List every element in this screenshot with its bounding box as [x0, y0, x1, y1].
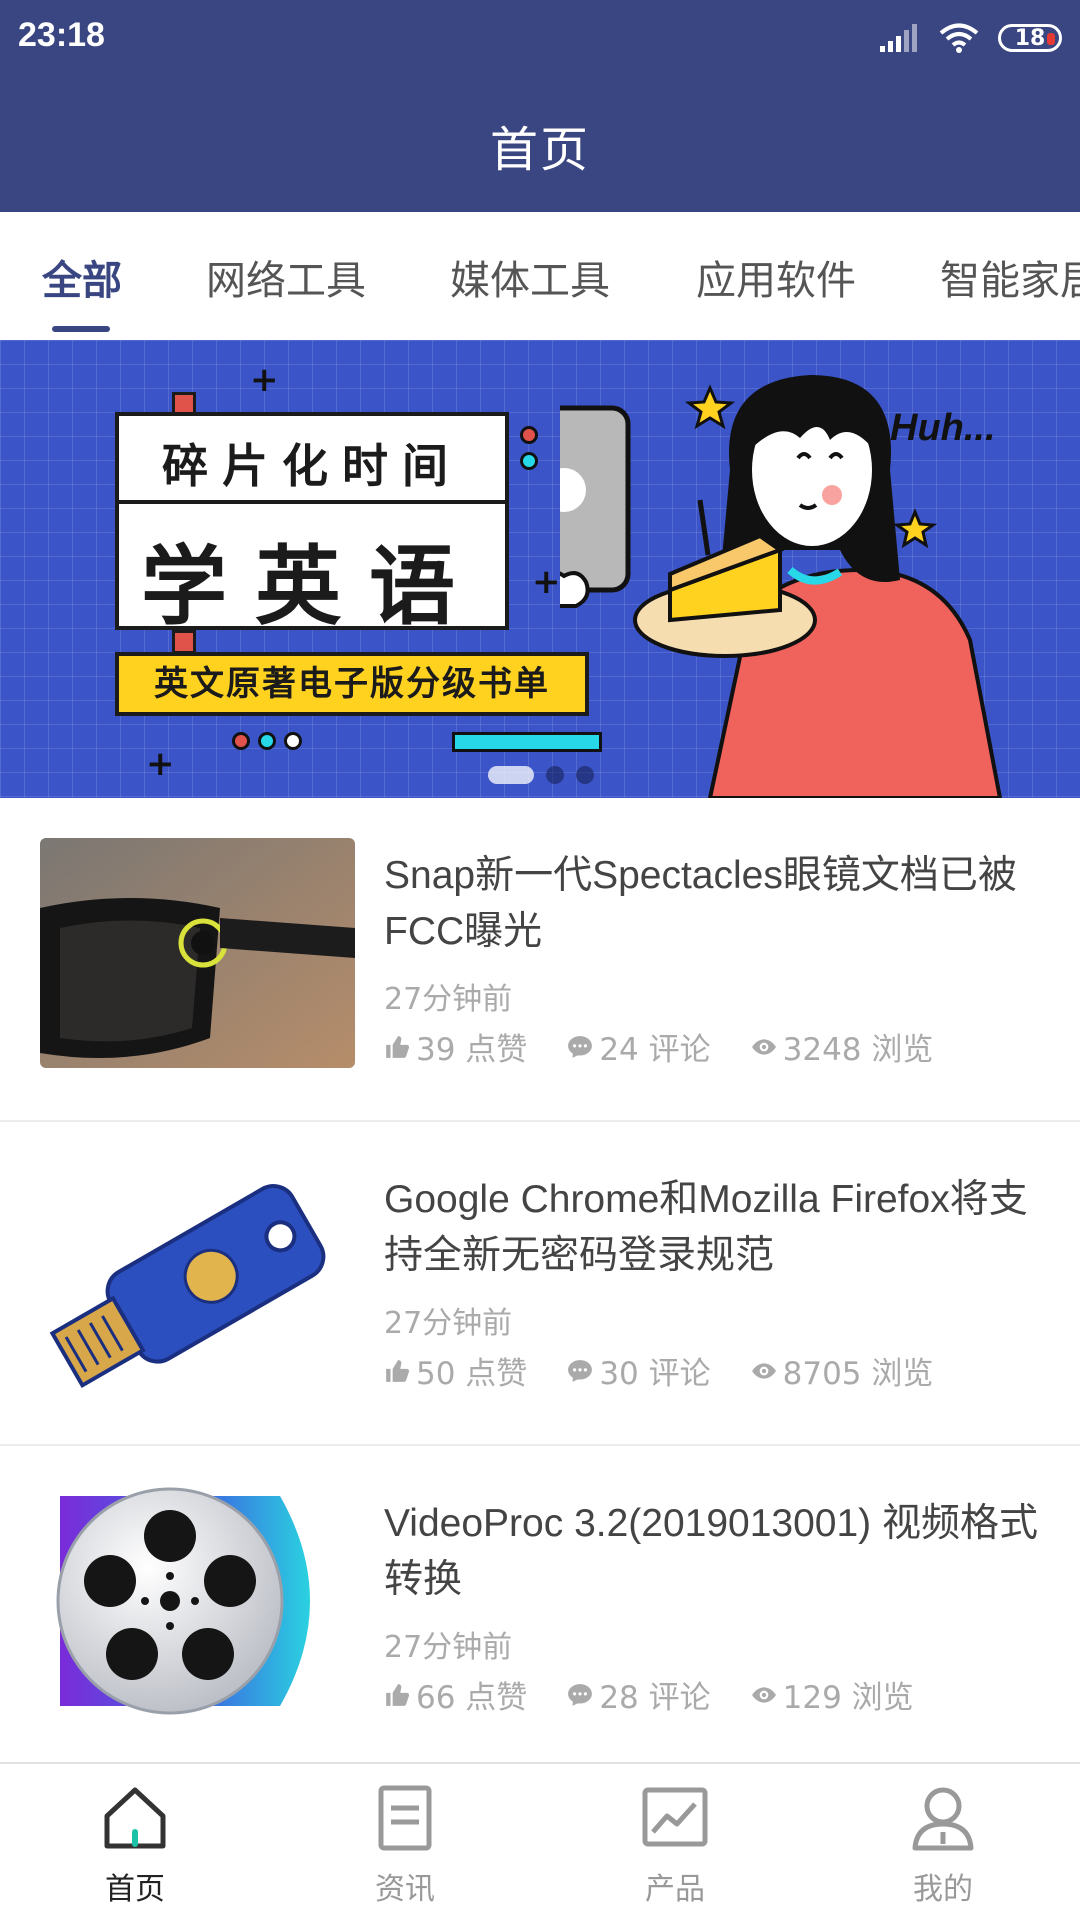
nav-home-label: 首页: [105, 1872, 165, 1907]
news-thumbnail: [40, 1486, 355, 1716]
tab-smart-home[interactable]: 智能家居: [940, 248, 1080, 306]
likes-count: 66 点赞: [416, 1680, 528, 1716]
news-item[interactable]: VideoProc 3.2(2019013001) 视频格式转换 27分钟前 6…: [0, 1446, 1080, 1770]
comment-icon: [568, 1359, 593, 1382]
news-list: Snap新一代Spectacles眼镜文档已被FCC曝光 27分钟前 39 点赞…: [0, 798, 1080, 1770]
banner-line1: 碎片化时间: [162, 439, 462, 493]
views-stat: 3248 浏览: [751, 1024, 934, 1069]
battery-level: 18: [1014, 25, 1046, 51]
page-title: 首页: [489, 122, 590, 178]
likes-stat[interactable]: 39 点赞: [384, 1024, 527, 1069]
tab-indicator: [52, 326, 110, 332]
signal-icon: [880, 24, 917, 52]
banner-carousel[interactable]: 碎片化时间 学英语 英文原著电子版分级书单 + + + Huh...: [0, 340, 1080, 798]
nav-home[interactable]: 首页: [60, 1782, 210, 1912]
news-time: 27分钟前: [384, 1306, 513, 1341]
news-time: 27分钟前: [384, 1630, 513, 1665]
status-icons: 18: [878, 18, 1062, 58]
plus-icon: +: [146, 744, 175, 784]
likes-count: 39 点赞: [416, 1032, 528, 1068]
carousel-indicator: [488, 766, 594, 784]
battery-icon: 18: [998, 24, 1062, 52]
tab-all[interactable]: 全部: [42, 248, 122, 306]
status-time: 23:18: [18, 16, 105, 54]
news-title[interactable]: Snap新一代Spectacles眼镜文档已被FCC曝光: [384, 848, 1044, 960]
security-key-image: [40, 1162, 355, 1392]
plus-icon: +: [532, 562, 561, 602]
spectacles-glasses-image: [40, 838, 355, 1068]
tab-media-tools[interactable]: 媒体工具: [450, 248, 610, 306]
news-thumbnail: [40, 1162, 355, 1392]
news-item[interactable]: Google Chrome和Mozilla Firefox将支持全新无密码登录规…: [0, 1122, 1080, 1446]
girl-with-tablet-illustration: Huh...: [560, 375, 1003, 798]
comment-icon: [568, 1683, 593, 1706]
app-header: 23:18 18 首页: [0, 0, 1080, 212]
comments-stat[interactable]: 28 评论: [567, 1672, 711, 1717]
nav-profile[interactable]: 我的: [868, 1782, 1018, 1912]
thumbs-up-icon: [386, 1035, 410, 1058]
views-count: 8705 浏览: [782, 1356, 934, 1392]
views-stat: 8705 浏览: [751, 1348, 934, 1393]
chart-image-icon: [642, 1787, 708, 1847]
comment-icon: [568, 1035, 593, 1058]
comments-count: 28 评论: [599, 1680, 711, 1716]
banner-decor-dots: [232, 732, 302, 750]
category-tabs: 全部 网络工具 媒体工具 应用软件 智能家居: [0, 212, 1080, 340]
likes-count: 50 点赞: [416, 1356, 528, 1392]
carousel-dot[interactable]: [576, 766, 594, 784]
nav-products[interactable]: 产品: [600, 1782, 750, 1912]
nav-products-label: 产品: [645, 1872, 705, 1907]
comments-count: 24 评论: [599, 1032, 711, 1068]
likes-stat[interactable]: 50 点赞: [384, 1348, 527, 1393]
views-count: 3248 浏览: [782, 1032, 934, 1068]
eye-icon: [751, 1038, 776, 1055]
news-time: 27分钟前: [384, 982, 513, 1017]
views-stat: 129 浏览: [751, 1672, 914, 1717]
news-stats: 66 点赞 28 评论 129 浏览: [384, 1672, 914, 1717]
thumbs-up-icon: [386, 1359, 410, 1382]
news-thumbnail: [40, 838, 355, 1068]
film-reel-image: [40, 1486, 355, 1716]
views-count: 129 浏览: [782, 1680, 914, 1716]
bottom-nav: 首页 资讯 产品 我的: [0, 1762, 1080, 1920]
news-title[interactable]: VideoProc 3.2(2019013001) 视频格式转换: [384, 1496, 1044, 1608]
comments-stat[interactable]: 30 评论: [567, 1348, 711, 1393]
wifi-icon: [939, 23, 979, 53]
nav-profile-label: 我的: [913, 1872, 973, 1907]
nav-news-label: 资讯: [375, 1872, 435, 1907]
comments-count: 30 评论: [599, 1356, 711, 1392]
carousel-dot-active[interactable]: [488, 766, 534, 784]
banner-decor-dots: [520, 426, 538, 470]
banner-line2: 学英语: [141, 537, 483, 637]
news-item[interactable]: Snap新一代Spectacles眼镜文档已被FCC曝光 27分钟前 39 点赞…: [0, 798, 1080, 1122]
news-stats: 39 点赞 24 评论 3248 浏览: [384, 1024, 933, 1069]
likes-stat[interactable]: 66 点赞: [384, 1672, 527, 1717]
thumbs-up-icon: [386, 1683, 410, 1706]
user-icon: [912, 1787, 974, 1851]
eye-icon: [751, 1362, 776, 1379]
nav-news[interactable]: 资讯: [330, 1782, 480, 1912]
banner-title-box: 碎片化时间 学英语: [115, 412, 509, 637]
plus-icon: +: [250, 360, 279, 400]
status-bar: 23:18 18: [0, 0, 1080, 76]
tab-app-software[interactable]: 应用软件: [696, 248, 856, 306]
banner-peg-bottom: [172, 630, 196, 654]
banner-divider: [119, 500, 505, 504]
eye-icon: [751, 1686, 776, 1703]
news-stats: 50 点赞 30 评论 8705 浏览: [384, 1348, 933, 1393]
banner-bubble-text: Huh...: [890, 407, 996, 449]
battery-low-indicator: [1047, 33, 1055, 45]
comments-stat[interactable]: 24 评论: [567, 1024, 711, 1069]
document-icon: [378, 1785, 432, 1851]
banner-subtitle: 英文原著电子版分级书单: [115, 652, 589, 716]
tab-network-tools[interactable]: 网络工具: [206, 248, 366, 306]
news-title[interactable]: Google Chrome和Mozilla Firefox将支持全新无密码登录规…: [384, 1172, 1044, 1284]
carousel-dot[interactable]: [546, 766, 564, 784]
home-icon: [104, 1787, 166, 1849]
